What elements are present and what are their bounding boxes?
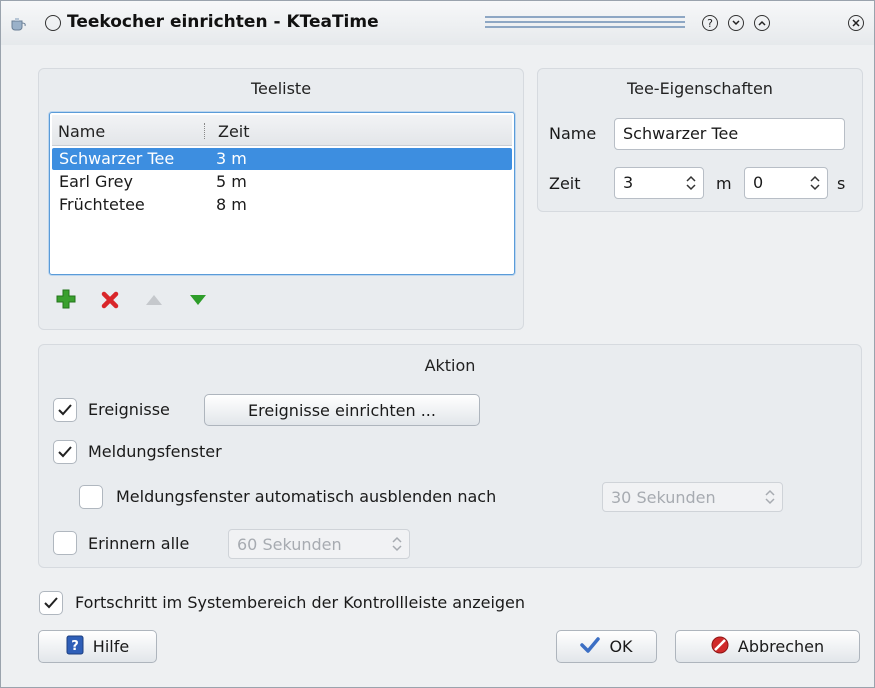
progress-label[interactable]: Fortschritt im Systembereich der Kontrol… — [75, 593, 525, 612]
minutes-spinbox[interactable]: 3 — [614, 167, 704, 199]
column-header-name[interactable]: Name — [58, 122, 105, 141]
remind-checkbox[interactable] — [53, 531, 77, 555]
window-title: Teekocher einrichten - KTeaTime — [67, 12, 379, 32]
tea-list-title: Teeliste — [250, 79, 312, 98]
tea-time: 5 m — [216, 172, 247, 191]
tea-name: Früchtetee — [59, 195, 145, 214]
ok-button[interactable]: OK — [556, 630, 657, 663]
spin-arrows-icon[interactable] — [391, 535, 403, 553]
remind-spinbox[interactable]: 60 Sekunden — [228, 529, 410, 559]
help-button[interactable]: ? Hilfe — [38, 630, 157, 663]
configure-events-button[interactable]: Ereignisse einrichten ... — [204, 394, 480, 426]
tea-list-row[interactable]: Earl Grey 5 m — [52, 171, 512, 193]
move-down-icon[interactable] — [187, 289, 209, 311]
teapot-app-icon[interactable] — [9, 15, 27, 31]
tea-name: Schwarzer Tee — [59, 149, 175, 168]
close-icon[interactable] — [848, 15, 864, 31]
time-label: Zeit — [549, 174, 581, 193]
checkmark-icon — [58, 446, 72, 458]
tea-properties-title: Tee-Eigenschaften — [627, 79, 773, 98]
move-up-icon[interactable] — [143, 289, 165, 311]
help-label: Hilfe — [92, 637, 130, 656]
remind-value: 60 Sekunden — [237, 535, 342, 554]
autohide-label[interactable]: Meldungsfenster automatisch ausblenden n… — [116, 487, 496, 506]
ok-check-icon — [580, 636, 601, 657]
remove-icon[interactable] — [99, 289, 121, 311]
spin-arrows-icon[interactable] — [764, 488, 776, 506]
column-header-time[interactable]: Zeit — [218, 122, 250, 141]
column-separator — [204, 123, 206, 139]
add-icon[interactable] — [55, 288, 77, 310]
tea-time: 8 m — [216, 195, 247, 214]
seconds-unit: s — [837, 174, 846, 193]
tea-name-field[interactable]: Schwarzer Tee — [614, 118, 845, 150]
seconds-spinbox[interactable]: 0 — [744, 167, 828, 199]
progress-checkbox[interactable] — [39, 591, 63, 615]
dialog-window: Teekocher einrichten - KTeaTime ? Teelis… — [0, 0, 875, 688]
minimize-icon[interactable] — [728, 15, 744, 31]
tea-time: 3 m — [216, 149, 247, 168]
checkmark-icon — [58, 404, 72, 416]
ok-label: OK — [609, 637, 633, 656]
tea-list-row[interactable]: Früchtetee 8 m — [52, 194, 512, 216]
window-menu-icon[interactable] — [45, 15, 61, 31]
name-label: Name — [549, 124, 597, 143]
help-context-icon[interactable]: ? — [702, 15, 718, 31]
tea-list-header: Name Zeit — [52, 115, 512, 146]
events-checkbox[interactable] — [53, 398, 77, 422]
svg-text:?: ? — [71, 639, 79, 654]
popup-label[interactable]: Meldungsfenster — [88, 442, 222, 461]
tea-name: Earl Grey — [59, 172, 133, 191]
minutes-unit: m — [716, 174, 732, 193]
remind-label[interactable]: Erinnern alle — [88, 534, 189, 553]
events-label[interactable]: Ereignisse — [88, 400, 170, 419]
popup-checkbox[interactable] — [53, 440, 77, 464]
title-bar-decoration — [485, 16, 685, 30]
maximize-icon[interactable] — [754, 15, 770, 31]
autohide-checkbox[interactable] — [79, 485, 103, 509]
help-book-icon: ? — [66, 635, 84, 659]
title-bar: Teekocher einrichten - KTeaTime ? — [1, 1, 874, 45]
spin-arrows-icon[interactable] — [685, 174, 697, 192]
autohide-value: 30 Sekunden — [611, 488, 716, 507]
cancel-icon — [711, 636, 729, 658]
tea-list-row[interactable]: Schwarzer Tee 3 m — [52, 148, 512, 170]
action-title: Aktion — [424, 356, 476, 375]
checkmark-icon — [44, 597, 58, 609]
seconds-value: 0 — [753, 173, 764, 192]
cancel-button[interactable]: Abbrechen — [675, 630, 860, 663]
minutes-value: 3 — [623, 173, 634, 192]
cancel-label: Abbrechen — [737, 637, 825, 656]
autohide-spinbox[interactable]: 30 Sekunden — [602, 482, 783, 512]
tea-list[interactable]: Name Zeit Schwarzer Tee 3 m Earl Grey 5 … — [49, 112, 515, 275]
spin-arrows-icon[interactable] — [809, 174, 821, 192]
